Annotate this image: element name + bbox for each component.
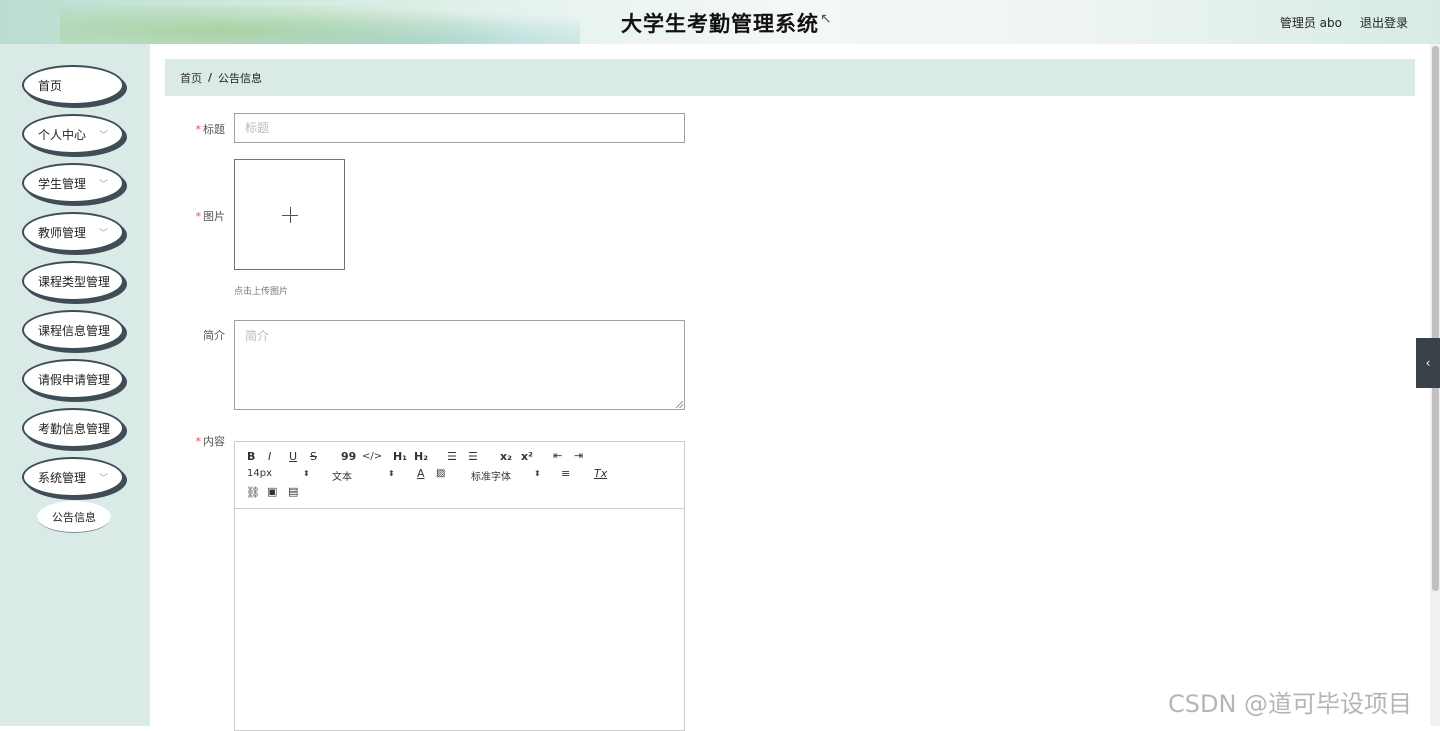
sidebar-item-course-types[interactable]: 课程类型管理 <box>22 261 124 301</box>
app-title: 大学生考勤管理系统 <box>621 12 819 36</box>
block-format-select[interactable]: 文本 <box>332 468 352 483</box>
editor-toolbar: B I U S 99 </> H₁ H₂ ☰ ☰ x₂ x² ⇤ ⇥ 14px … <box>235 442 684 509</box>
plus-icon-vertical <box>290 207 291 223</box>
underline-button[interactable]: U <box>289 450 297 463</box>
sidebar-item-label: 系统管理 <box>38 470 87 485</box>
resize-handle-icon[interactable] <box>676 401 683 408</box>
sidebar-item-teachers[interactable]: 教师管理 ﹀ <box>22 212 124 252</box>
background-color-button[interactable]: ▨ <box>436 468 445 479</box>
bold-button[interactable]: B <box>247 450 255 463</box>
subscript-button[interactable]: x₂ <box>500 450 512 463</box>
breadcrumb-separator: / <box>208 71 213 84</box>
block-format-arrow-icon: ⬍ <box>388 469 395 478</box>
main-content: 首页 / 公告信息 *标题 *图片 点击上传图片 简介 *内容 B I U S … <box>150 44 1430 731</box>
editor-body[interactable] <box>235 509 684 730</box>
indent-icon[interactable]: ⇥ <box>574 449 583 462</box>
font-size-select[interactable]: 14px <box>247 468 272 479</box>
breadcrumb-current: 公告信息 <box>218 71 263 85</box>
content-label-text: 内容 <box>203 435 225 448</box>
video-icon[interactable]: ▤ <box>288 485 298 498</box>
required-mark: * <box>195 435 202 448</box>
italic-button[interactable]: I <box>268 450 271 463</box>
clear-format-button[interactable]: Tx <box>594 467 607 480</box>
font-color-button[interactable]: A <box>417 467 425 480</box>
ordered-list-icon[interactable]: ☰ <box>447 450 457 463</box>
strikethrough-button[interactable]: S <box>310 450 317 463</box>
superscript-button[interactable]: x² <box>521 450 533 463</box>
align-icon[interactable]: ≡ <box>561 467 570 480</box>
title-label: * 标题 <box>155 121 226 137</box>
image-label-text: 图片 <box>203 210 225 223</box>
code-block-button[interactable]: </> <box>362 451 382 462</box>
title-input[interactable] <box>234 113 685 143</box>
required-mark: * <box>195 123 202 136</box>
sidebar: 首页 个人中心 ﹀ 学生管理 ﹀ 教师管理 ﹀ 课程类型管理 课程信息管理 请假申请管… <box>0 44 150 726</box>
sidebar-item-home[interactable]: 首页 <box>22 65 124 105</box>
scrollbar-thumb[interactable] <box>1432 46 1439 591</box>
sidebar-item-students[interactable]: 学生管理 ﹀ <box>22 163 124 203</box>
heading1-button[interactable]: H₁ <box>393 450 407 463</box>
sidebar-item-label: 考勤信息管理 <box>38 421 111 436</box>
sidebar-item-label: 学生管理 <box>38 176 87 191</box>
chevron-down-icon: ﹀ <box>98 180 108 190</box>
outdent-icon[interactable]: ⇤ <box>553 449 562 462</box>
logout-button[interactable]: 退出登录 <box>1360 14 1408 31</box>
intro-textarea[interactable] <box>234 320 685 410</box>
chevron-down-icon: ﹀ <box>98 229 108 239</box>
sidebar-item-profile[interactable]: 个人中心 ﹀ <box>22 114 124 154</box>
sidebar-item-label: 首页 <box>38 78 63 93</box>
app-header: 大学生考勤管理系统 ↖ 管理员 abo 退出登录 <box>0 0 1440 44</box>
sidebar-item-attendance[interactable]: 考勤信息管理 <box>22 408 124 448</box>
side-panel-toggle[interactable]: ‹ <box>1416 338 1440 388</box>
current-user: 管理员 abo <box>1279 16 1342 30</box>
required-mark: * <box>195 210 202 223</box>
chevron-down-icon: ﹀ <box>98 131 108 141</box>
link-icon[interactable]: ⛓ <box>246 486 260 499</box>
font-family-arrow-icon: ⬍ <box>534 469 541 478</box>
sidebar-item-system[interactable]: 系统管理 ﹀ <box>22 457 124 497</box>
font-family-select[interactable]: 标准字体 <box>471 468 511 483</box>
sidebar-item-label: 请假申请管理 <box>38 372 111 387</box>
upload-hint: 点击上传图片 <box>234 287 289 297</box>
image-label: * 图片 <box>155 208 226 224</box>
sidebar-item-label: 教师管理 <box>38 225 87 240</box>
breadcrumb: 首页 / 公告信息 <box>165 59 1415 96</box>
content-label: * 内容 <box>155 433 226 449</box>
sidebar-item-course-info[interactable]: 课程信息管理 <box>22 310 124 350</box>
sidebar-item-label: 个人中心 <box>38 127 87 142</box>
title-label-text: 标题 <box>203 123 225 136</box>
bullet-list-icon[interactable]: ☰ <box>468 450 478 463</box>
watermark: CSDN @道可毕设项目 <box>1168 690 1413 718</box>
breadcrumb-home[interactable]: 首页 <box>180 70 202 86</box>
heading2-button[interactable]: H₂ <box>414 450 428 463</box>
image-upload-button[interactable] <box>234 159 345 270</box>
image-icon[interactable]: ▣ <box>267 485 277 498</box>
rich-text-editor: B I U S 99 </> H₁ H₂ ☰ ☰ x₂ x² ⇤ ⇥ 14px … <box>234 441 685 731</box>
sidebar-item-leave-requests[interactable]: 请假申请管理 <box>22 359 124 399</box>
intro-label-text: 简介 <box>203 329 225 342</box>
sidebar-subitem-announcements[interactable]: 公告信息 <box>37 501 111 533</box>
chevron-down-icon: ﹀ <box>98 474 108 484</box>
sidebar-item-label: 课程信息管理 <box>38 323 111 338</box>
blockquote-button[interactable]: 99 <box>341 450 356 463</box>
font-size-arrow-icon: ⬍ <box>303 469 310 478</box>
mouse-cursor-icon: ↖ <box>820 11 832 27</box>
intro-label: 简介 <box>155 327 225 343</box>
sidebar-item-label: 课程类型管理 <box>38 274 111 289</box>
